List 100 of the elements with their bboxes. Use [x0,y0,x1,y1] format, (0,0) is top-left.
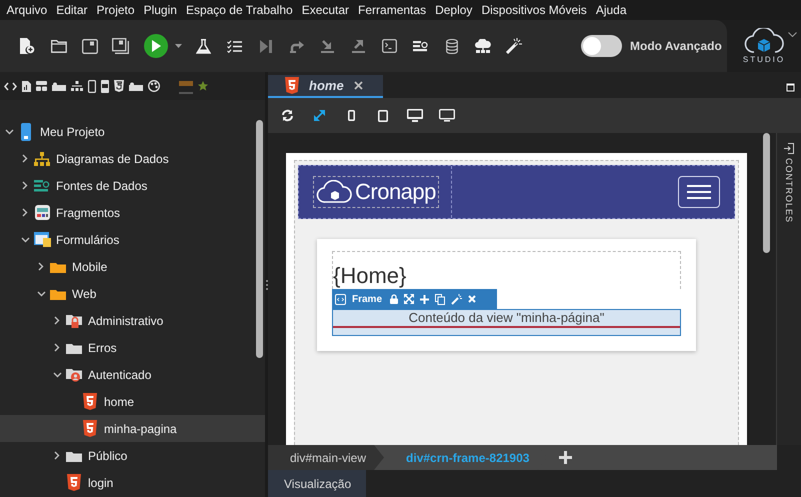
phone-icon[interactable] [88,80,96,92]
tree-item-label: Erros [88,340,117,354]
refresh-icon[interactable] [280,109,294,122]
caret-icon[interactable] [174,44,182,48]
collapse-icon[interactable] [20,236,30,242]
menu-item[interactable]: Arquivo [2,3,52,17]
expand-icon[interactable] [38,262,44,271]
document-icon[interactable] [22,80,31,92]
expand-icon[interactable] [22,208,28,217]
monitor-icon[interactable] [439,108,455,122]
tree-item[interactable]: Administrativo [0,307,265,334]
download-arrow-icon[interactable] [321,39,334,53]
expand-icon[interactable] [22,154,28,163]
tree-item[interactable]: Meu Projeto [0,118,265,145]
menu-item[interactable]: Ferramentas [354,3,431,17]
menu-item[interactable]: Projeto [92,3,140,17]
new-file-icon[interactable] [20,38,35,54]
expand-icon[interactable] [22,181,28,190]
collapse-icon[interactable] [36,290,46,296]
step-icon[interactable] [260,40,272,52]
tree-item[interactable]: login [0,469,265,496]
cloud-network-icon[interactable] [474,38,490,54]
windows-icon[interactable] [112,38,129,54]
folder-icon [66,342,82,354]
tree-item[interactable]: Formulários [0,226,265,253]
play-icon [151,40,161,52]
tree-item-label: Autenticado [88,368,152,382]
expand-icon[interactable] [54,451,60,460]
copy-icon[interactable] [435,294,446,304]
hierarchy-icon[interactable] [71,80,83,92]
checklist-icon[interactable] [227,40,242,52]
expand-icon[interactable] [54,343,60,352]
tree-item[interactable]: Erros [0,334,265,361]
controls-panel[interactable]: CONTROLES [776,133,801,445]
tree-item[interactable]: Fontes de Dados [0,172,265,199]
folder-icon[interactable] [50,40,66,52]
phone-icon [21,122,31,140]
folder-icon [50,288,66,300]
list-search-icon[interactable] [412,40,428,52]
menu-button[interactable] [678,176,720,208]
lock-icon[interactable] [390,294,398,304]
monitor-icon[interactable] [407,108,423,122]
mobile-form-icon[interactable] [101,80,109,92]
folder-tab-icon[interactable] [179,78,193,94]
cloud-cube-logo-icon [744,28,784,54]
phone-icon[interactable] [348,110,354,121]
tree-item[interactable]: Web [0,280,265,307]
tree-item[interactable]: home [0,388,265,415]
collapse-icon[interactable] [4,128,14,134]
panel-tab[interactable]: Visualização [268,470,366,497]
flask-icon[interactable] [196,38,211,54]
close-icon[interactable] [354,81,363,90]
terminal-icon[interactable] [382,39,397,53]
expand-arrows-icon[interactable] [404,294,414,304]
drag-handle-icon[interactable] [266,280,268,290]
tablet-icon[interactable] [378,110,388,122]
resize-icon[interactable] [312,109,326,122]
code-icon[interactable] [4,82,17,90]
html5-icon[interactable] [114,80,124,92]
sign-in-icon [784,143,794,154]
palette-icon[interactable] [148,80,160,92]
layout-icon[interactable] [36,81,47,91]
bed-icon[interactable] [52,82,66,90]
bed-icon[interactable] [129,82,143,90]
frame-label: Frame [352,294,382,304]
hierarchy-icon [34,152,50,166]
upload-arrow-icon[interactable] [352,39,365,53]
menu-item[interactable]: Dispositivos Móveis [476,3,592,17]
toggle-switch[interactable] [581,35,622,57]
tree-item[interactable]: minha-pagina [0,415,265,442]
widget-icon [34,205,50,220]
plus-icon[interactable] [559,451,572,464]
maximize-icon[interactable] [786,83,795,92]
tree-item[interactable]: Fragmentos [0,199,265,226]
scrollbar[interactable] [763,133,770,253]
menu-item[interactable]: Editar [52,3,92,17]
tree-item[interactable]: Público [0,442,265,469]
menu-item[interactable]: Ajuda [591,3,632,17]
chevron-down-icon[interactable] [788,32,797,37]
scrollbar[interactable] [256,120,263,358]
menu-item[interactable]: Executar [297,3,354,17]
tree-item[interactable]: Autenticado [0,361,265,388]
tree-item[interactable]: Diagramas de Dados [0,145,265,172]
magic-wand-icon[interactable] [506,38,522,54]
redo-icon[interactable] [290,40,304,52]
window-icon[interactable] [82,38,98,54]
star-icon[interactable] [198,81,208,91]
menu-item[interactable]: Espaço de Trabalho [181,3,298,17]
run-button[interactable] [144,34,168,58]
database-icon[interactable] [446,38,458,54]
collapse-icon[interactable] [52,372,62,378]
frame-content-text: Conteúdo da view "minha-página" [408,310,604,325]
menu-item[interactable]: Deploy [430,3,477,17]
editor-tab[interactable]: home [268,75,383,98]
breadcrumb[interactable]: div#main-view [268,445,384,470]
form-icon [34,232,50,247]
expand-icon[interactable] [54,316,60,325]
tree-item[interactable]: Mobile [0,253,265,280]
menu-item[interactable]: Plugin [139,3,182,17]
tree-item-label: Mobile [72,260,108,274]
